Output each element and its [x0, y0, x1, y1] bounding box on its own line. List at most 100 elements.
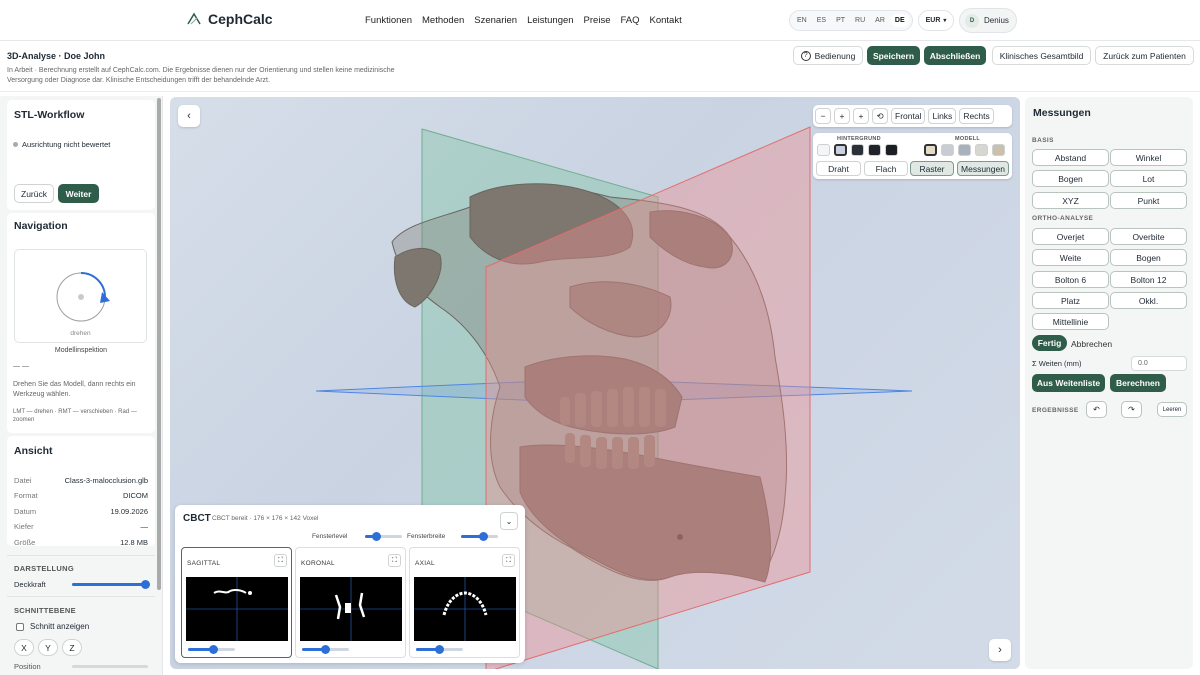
bg-color-swatch[interactable] [885, 144, 898, 156]
currency-select[interactable]: EUR ▾ [918, 10, 954, 31]
view-right-button[interactable]: Rechts [959, 108, 994, 124]
sum-widths-input[interactable]: 0.0 [1131, 356, 1187, 371]
measure-perpendicular-button[interactable]: Lot [1110, 170, 1187, 187]
brand-logo[interactable]: CephCalc [186, 11, 273, 27]
zoom-in-button[interactable]: + [834, 108, 850, 124]
help-button[interactable]: ? Bedienung [793, 46, 863, 65]
collapse-left-button[interactable]: ‹ [178, 105, 200, 127]
sagittal-slider[interactable] [188, 645, 235, 654]
slider-knob[interactable] [435, 645, 444, 654]
ortho-arch-button[interactable]: Bogen [1110, 249, 1187, 266]
model-color-swatch[interactable] [975, 144, 988, 156]
collapse-right-button[interactable]: › [989, 639, 1011, 661]
lang-de[interactable]: DE [890, 14, 909, 27]
nav-link-kontakt[interactable]: Kontakt [650, 15, 682, 26]
measure-angle-button[interactable]: Winkel [1110, 149, 1187, 166]
ortho-bolton12-button[interactable]: Bolton 12 [1110, 271, 1187, 288]
zoom-out-button[interactable]: − [815, 108, 831, 124]
lang-es[interactable]: ES [813, 14, 830, 27]
ortho-bolton6-button[interactable]: Bolton 6 [1032, 271, 1109, 288]
mode-grid-button[interactable]: Raster [910, 161, 954, 176]
expand-icon[interactable]: ⛶ [502, 554, 515, 567]
undo-button[interactable]: ↶ [1086, 401, 1107, 418]
nav-link-leistungen[interactable]: Leistungen [527, 15, 573, 26]
axis-y-button[interactable]: Y [38, 639, 58, 656]
checkbox[interactable] [16, 622, 24, 631]
lang-ru[interactable]: RU [851, 14, 869, 27]
ortho-occlusion-button[interactable]: Okkl. [1110, 292, 1187, 309]
nav-link-preise[interactable]: Preise [584, 15, 611, 26]
chevron-right-icon: › [998, 644, 1002, 656]
measure-point-button[interactable]: Punkt [1110, 192, 1187, 209]
workflow-back-button[interactable]: Zurück [14, 184, 54, 203]
model-color-swatch[interactable] [941, 144, 954, 156]
reset-view-button[interactable]: ⟲ [872, 108, 888, 124]
lang-ar[interactable]: AR [871, 14, 889, 27]
add-button[interactable]: + [853, 108, 869, 124]
ortho-overbite-button[interactable]: Overbite [1110, 228, 1187, 245]
sidebar-scrollbar[interactable] [157, 98, 161, 590]
window-width-slider[interactable] [461, 532, 498, 541]
show-section-toggle[interactable]: Schnitt anzeigen [16, 622, 89, 631]
expand-icon[interactable]: ⛶ [388, 554, 401, 567]
back-to-patient-button[interactable]: Zurück zum Patienten [1095, 46, 1194, 65]
cancel-button[interactable]: Abbrechen [1071, 339, 1112, 349]
mode-flat-button[interactable]: Flach [864, 161, 908, 176]
slice-coronal[interactable]: KORONAL ⛶ [295, 547, 406, 658]
nav-link-szenarien[interactable]: Szenarien [474, 15, 517, 26]
nav-link-methoden[interactable]: Methoden [422, 15, 464, 26]
nav-link-faq[interactable]: FAQ [620, 15, 639, 26]
navigation-gizmo[interactable]: drehen [14, 249, 147, 343]
workflow-title: STL-Workflow [14, 109, 85, 121]
slice-axial[interactable]: AXIAL ⛶ [409, 547, 520, 658]
measure-xyz-button[interactable]: XYZ [1032, 192, 1109, 209]
nav-link-funktionen[interactable]: Funktionen [365, 15, 412, 26]
model-color-swatch[interactable] [958, 144, 971, 156]
save-button[interactable]: Speichern [867, 46, 920, 65]
expand-icon[interactable]: ⛶ [274, 554, 287, 567]
slider-knob[interactable] [209, 645, 219, 654]
opacity-slider[interactable] [72, 580, 151, 589]
bg-color-swatch[interactable] [817, 144, 830, 156]
ortho-overjet-button[interactable]: Overjet [1032, 228, 1109, 245]
finish-button[interactable]: Abschließen [924, 46, 986, 65]
mode-measure-button[interactable]: Messungen [957, 161, 1009, 176]
window-level-slider[interactable] [365, 532, 402, 541]
ortho-space-button[interactable]: Platz [1032, 292, 1109, 309]
view-frontal-button[interactable]: Frontal [891, 108, 926, 124]
measure-distance-button[interactable]: Abstand [1032, 149, 1109, 166]
clear-results-button[interactable]: Leeren [1157, 402, 1187, 417]
model-color-swatch[interactable] [992, 144, 1005, 156]
axis-x-button[interactable]: X [14, 639, 34, 656]
ortho-midline-button[interactable]: Mittellinie [1032, 313, 1109, 330]
info-row-size: Größe 12.8 MB [14, 538, 148, 547]
bg-color-swatch[interactable] [868, 144, 881, 156]
axis-z-button[interactable]: Z [62, 639, 82, 656]
user-menu[interactable]: D Denius [959, 8, 1017, 33]
bg-color-swatch[interactable] [851, 144, 864, 156]
coronal-slider[interactable] [302, 645, 349, 654]
opacity-knob[interactable] [141, 580, 151, 589]
clinical-overview-button[interactable]: Klinisches Gesamtbild [992, 46, 1091, 65]
from-width-list-button[interactable]: Aus Weitenliste [1032, 374, 1105, 392]
slice-sagittal[interactable]: SAGITTAL ⛶ [181, 547, 292, 658]
view-left-button[interactable]: Links [928, 108, 957, 124]
chevron-down-icon: ▾ [943, 18, 947, 24]
mode-wire-button[interactable]: Draht [816, 161, 861, 176]
cbct-collapse-button[interactable]: ⌄ [500, 512, 518, 530]
ortho-width-button[interactable]: Weite [1032, 249, 1109, 266]
measure-arc-button[interactable]: Bogen [1032, 170, 1109, 187]
calculate-button[interactable]: Berechnen [1110, 374, 1166, 392]
done-button[interactable]: Fertig [1032, 335, 1067, 351]
slider-knob[interactable] [321, 645, 330, 654]
bg-color-swatch[interactable] [834, 144, 847, 156]
lang-en[interactable]: EN [793, 14, 811, 27]
lang-pt[interactable]: PT [832, 14, 849, 27]
workflow-next-button[interactable]: Weiter [58, 184, 99, 203]
axial-slider[interactable] [416, 645, 463, 654]
window-level-knob[interactable] [371, 532, 381, 541]
model-color-swatch[interactable] [924, 144, 937, 156]
window-width-knob[interactable] [478, 532, 488, 541]
redo-button[interactable]: ↷ [1121, 401, 1142, 418]
position-slider[interactable] [72, 665, 148, 668]
